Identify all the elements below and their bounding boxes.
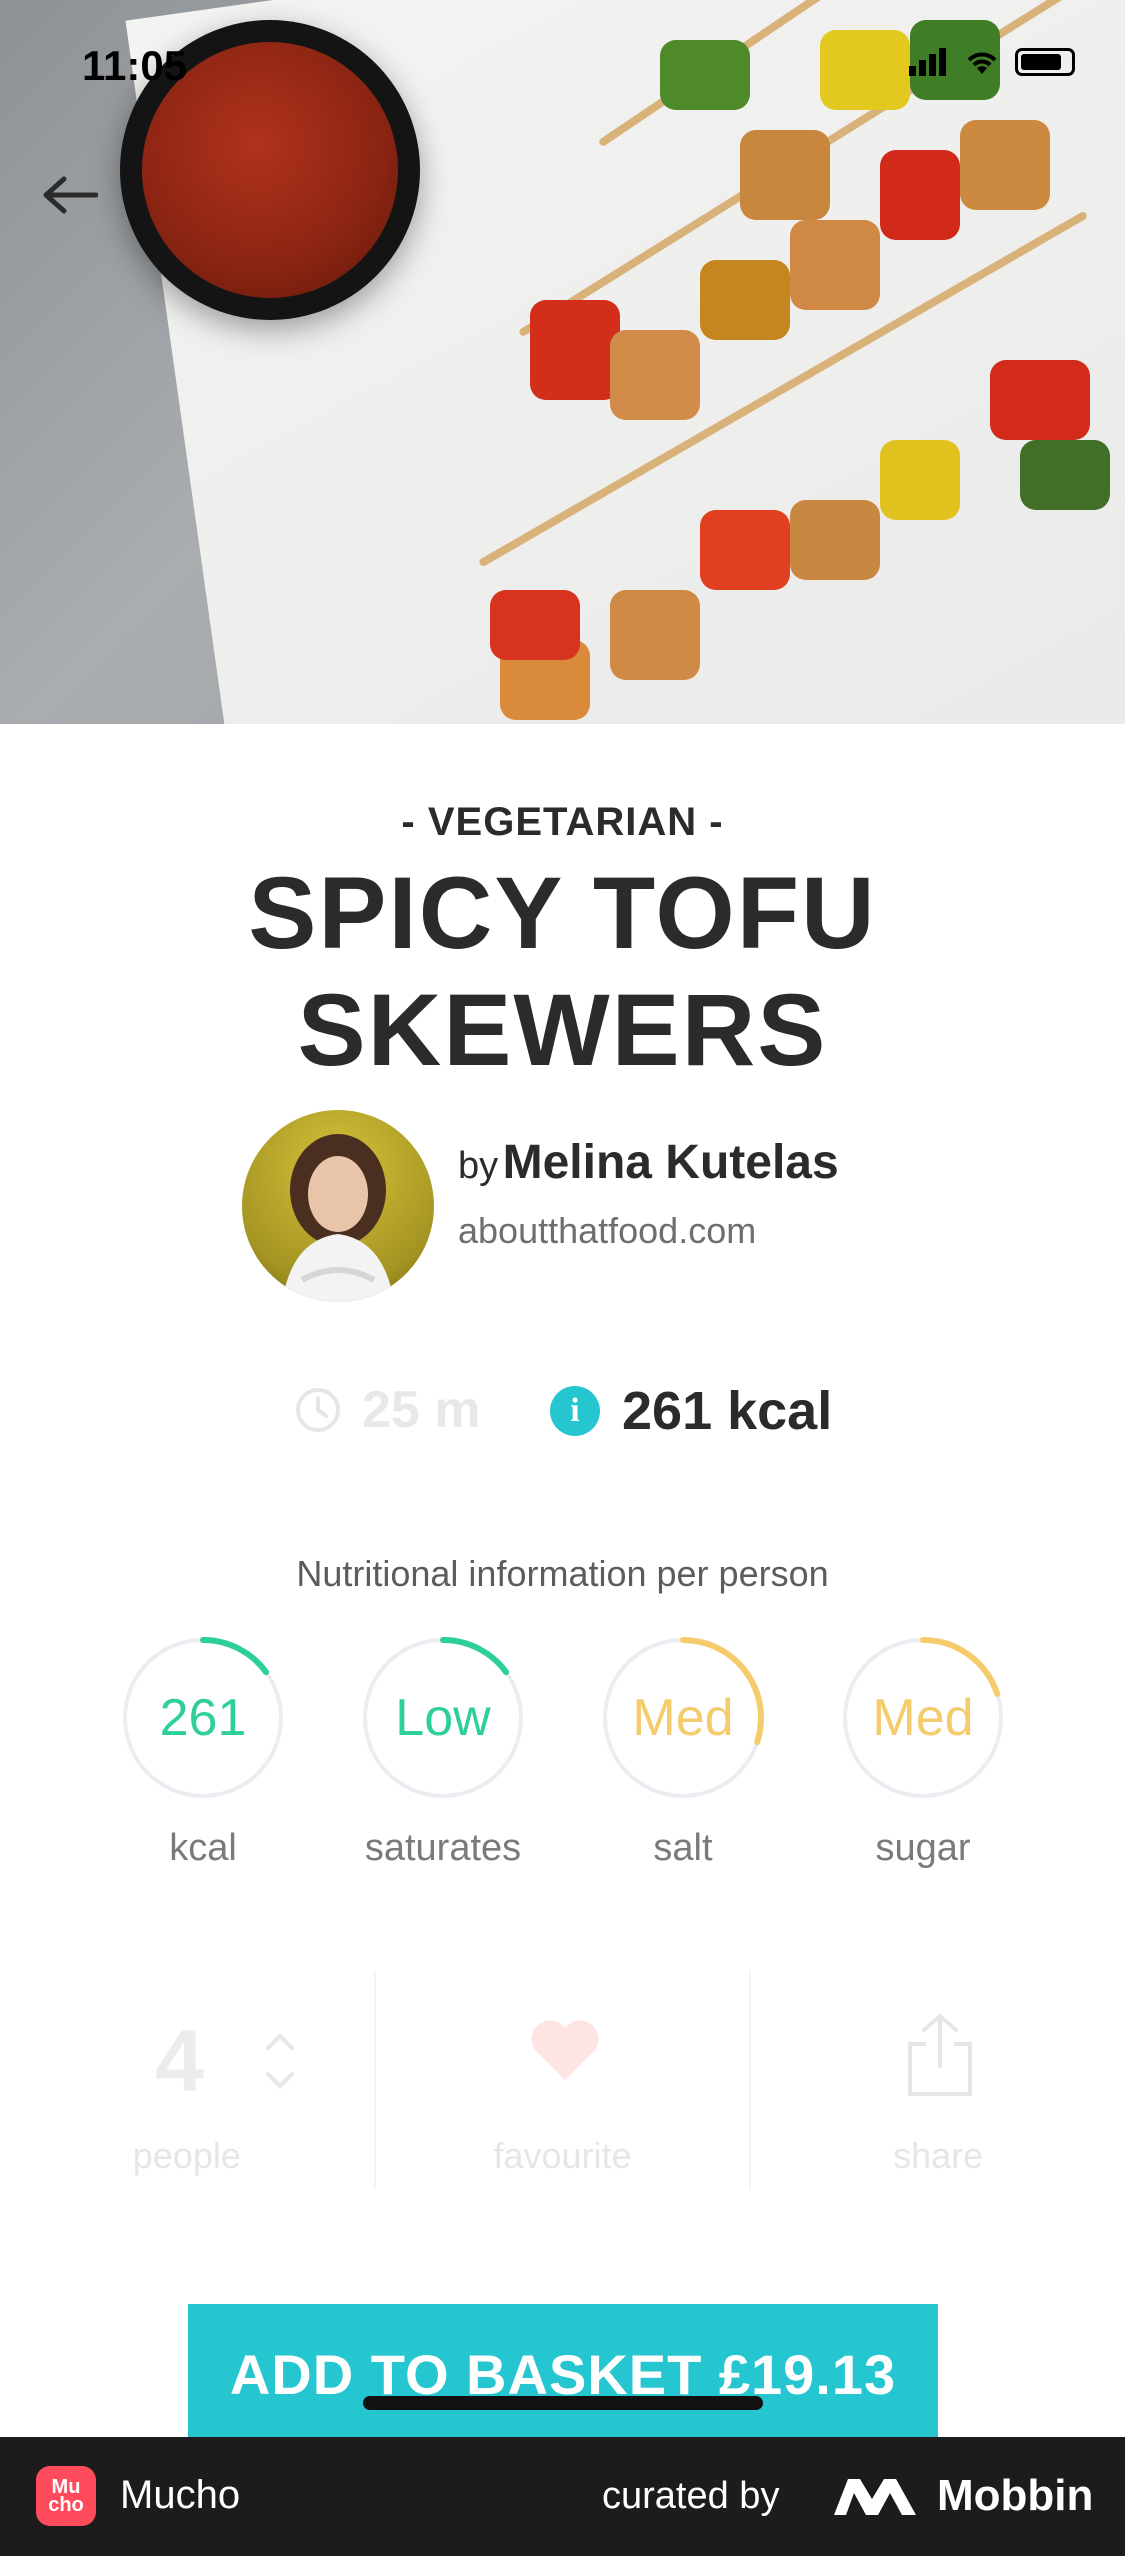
heart-icon bbox=[531, 2020, 599, 2080]
nutrition-value: Med bbox=[632, 1689, 734, 1747]
pepper-piece bbox=[880, 440, 960, 520]
nutrition-label: kcal bbox=[169, 1827, 237, 1869]
pepper-piece bbox=[700, 260, 790, 340]
nutrition-label: sugar bbox=[875, 1827, 971, 1869]
pepper-piece bbox=[1020, 440, 1110, 510]
share-button[interactable]: share bbox=[749, 1970, 1125, 2190]
back-button[interactable] bbox=[30, 160, 110, 230]
cook-time: 25 m bbox=[294, 1380, 481, 1440]
nutrition-label: salt bbox=[653, 1827, 713, 1869]
favourite-button[interactable]: favourite bbox=[373, 1970, 750, 2190]
actions-row: 4 people favourite share bbox=[0, 1970, 1125, 2190]
people-selector[interactable]: 4 people bbox=[0, 1970, 374, 2190]
status-icons bbox=[909, 48, 1075, 76]
nutrition-kcal: 261 kcal bbox=[83, 1635, 323, 1870]
pepper-piece bbox=[880, 150, 960, 240]
pepper-piece bbox=[700, 510, 790, 590]
add-to-basket-button[interactable]: ADD TO BASKET £19.13 bbox=[188, 2304, 938, 2444]
tofu-piece bbox=[790, 500, 880, 580]
people-count: 4 bbox=[155, 2011, 204, 2110]
brand-name: Mobbin bbox=[937, 2471, 1094, 2520]
tofu-piece bbox=[740, 130, 830, 220]
wifi-icon bbox=[967, 52, 997, 74]
pepper-piece bbox=[660, 40, 750, 110]
pepper-piece bbox=[530, 300, 620, 400]
tofu-piece bbox=[610, 590, 700, 680]
nutrition-label: saturates bbox=[364, 1827, 522, 1869]
pepper-piece bbox=[990, 360, 1090, 440]
recipe-category: - VEGETARIAN - bbox=[401, 800, 724, 844]
status-time: 11:05 bbox=[82, 42, 188, 89]
hero-image: 11:05 bbox=[0, 0, 1125, 724]
calories: i 261 kcal bbox=[550, 1380, 832, 1442]
clock-icon bbox=[296, 1388, 340, 1432]
author-name[interactable]: Melina Kutelas bbox=[503, 1136, 839, 1189]
back-arrow-icon bbox=[43, 176, 98, 214]
nutrition-value: Med bbox=[872, 1689, 974, 1747]
home-indicator bbox=[363, 2396, 763, 2410]
share-label: share bbox=[893, 2135, 984, 2176]
nutrition-value: Low bbox=[395, 1689, 491, 1747]
tofu-piece bbox=[960, 120, 1050, 210]
share-icon bbox=[908, 2013, 973, 2096]
tofu-piece bbox=[610, 330, 700, 420]
favourite-label: favourite bbox=[493, 2135, 632, 2176]
calories-value: 261 kcal bbox=[622, 1381, 833, 1441]
app-icon: Mu cho bbox=[36, 2466, 96, 2526]
footer-bar: Mu cho Mucho curated by Mobbin bbox=[0, 2437, 1125, 2556]
pepper-piece bbox=[820, 30, 910, 110]
author-avatar[interactable] bbox=[242, 1110, 434, 1302]
info-icon[interactable]: i bbox=[550, 1386, 600, 1436]
author-by: by bbox=[458, 1145, 499, 1187]
nutrition-salt: Med salt bbox=[563, 1635, 803, 1870]
battery-icon bbox=[1015, 48, 1075, 76]
stepper-arrows-icon[interactable] bbox=[260, 2026, 300, 2096]
recipe-title: SPICY TOFU SKEWERS bbox=[248, 856, 877, 1087]
tofu-piece bbox=[790, 220, 880, 310]
author-website[interactable]: aboutthatfood.com bbox=[458, 1210, 756, 1252]
signal-icon bbox=[909, 48, 946, 76]
author-line: by Melina Kutelas bbox=[458, 1135, 839, 1190]
curated-by-label: curated by bbox=[602, 2475, 780, 2517]
nutrition-saturates: Low saturates bbox=[323, 1635, 563, 1870]
cook-time-value: 25 m bbox=[362, 1381, 481, 1439]
people-label: people bbox=[132, 2135, 241, 2176]
avatar-portrait bbox=[282, 1134, 394, 1302]
nutrition-sugar: Med sugar bbox=[803, 1635, 1043, 1870]
nutrition-heading: Nutritional information per person bbox=[296, 1553, 829, 1594]
app-name: Mucho bbox=[120, 2473, 241, 2517]
nutrition-value: 261 bbox=[159, 1689, 247, 1747]
mobbin-logo-icon bbox=[834, 2479, 916, 2515]
pepper-piece bbox=[490, 590, 580, 660]
